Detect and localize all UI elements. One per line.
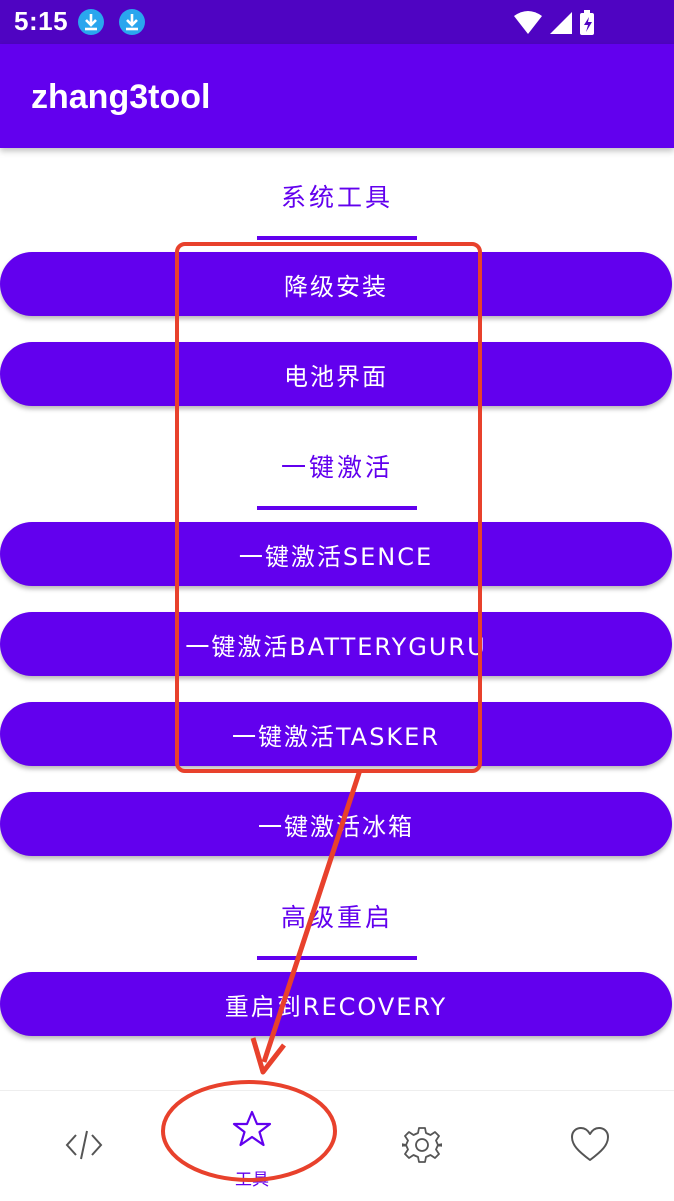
nav-item-tools[interactable]: 工具 [168,1091,336,1201]
section-title-one-click-activate: 一键激活 [280,453,393,482]
battery-icon [580,10,594,35]
nav-item-settings[interactable] [336,1091,504,1201]
app-bar: zhang3tool [0,44,674,148]
arrow-head [250,1037,286,1075]
status-bar: 5:15 [0,0,674,44]
gear-icon [402,1127,442,1163]
bottom-navigation: 工具 [0,1090,674,1201]
download-notification-icon [119,9,145,35]
app-title: zhang3tool [31,78,211,116]
nav-label-tools: 工具 [235,1170,269,1190]
activate-sence-button[interactable]: 一键激活SENCE [0,522,672,586]
section-title-advanced-reboot: 高级重启 [280,903,393,932]
nav-item-code[interactable] [0,1091,168,1201]
section-underline [257,506,417,510]
reboot-recovery-button[interactable]: 重启到RECOVERY [0,972,672,1036]
status-time: 5:15 [14,6,69,36]
battery-interface-button[interactable]: 电池界面 [0,342,672,406]
code-icon [65,1130,103,1160]
nav-item-favorites[interactable] [504,1091,672,1201]
section-underline [257,956,417,960]
downgrade-install-button[interactable]: 降级安装 [0,252,672,316]
activate-tasker-button[interactable]: 一键激活TASKER [0,702,672,766]
section-underline [257,236,417,240]
heart-icon [571,1127,609,1161]
download-notification-icon [78,9,104,35]
wifi-icon [514,11,542,34]
star-icon [232,1110,272,1147]
signal-icon [550,12,572,34]
activate-batteryguru-button[interactable]: 一键激活BATTERYGURU [0,612,672,676]
section-title-system-tools: 系统工具 [280,183,393,212]
activate-icebox-button[interactable]: 一键激活冰箱 [0,792,672,856]
status-icons [514,10,624,40]
